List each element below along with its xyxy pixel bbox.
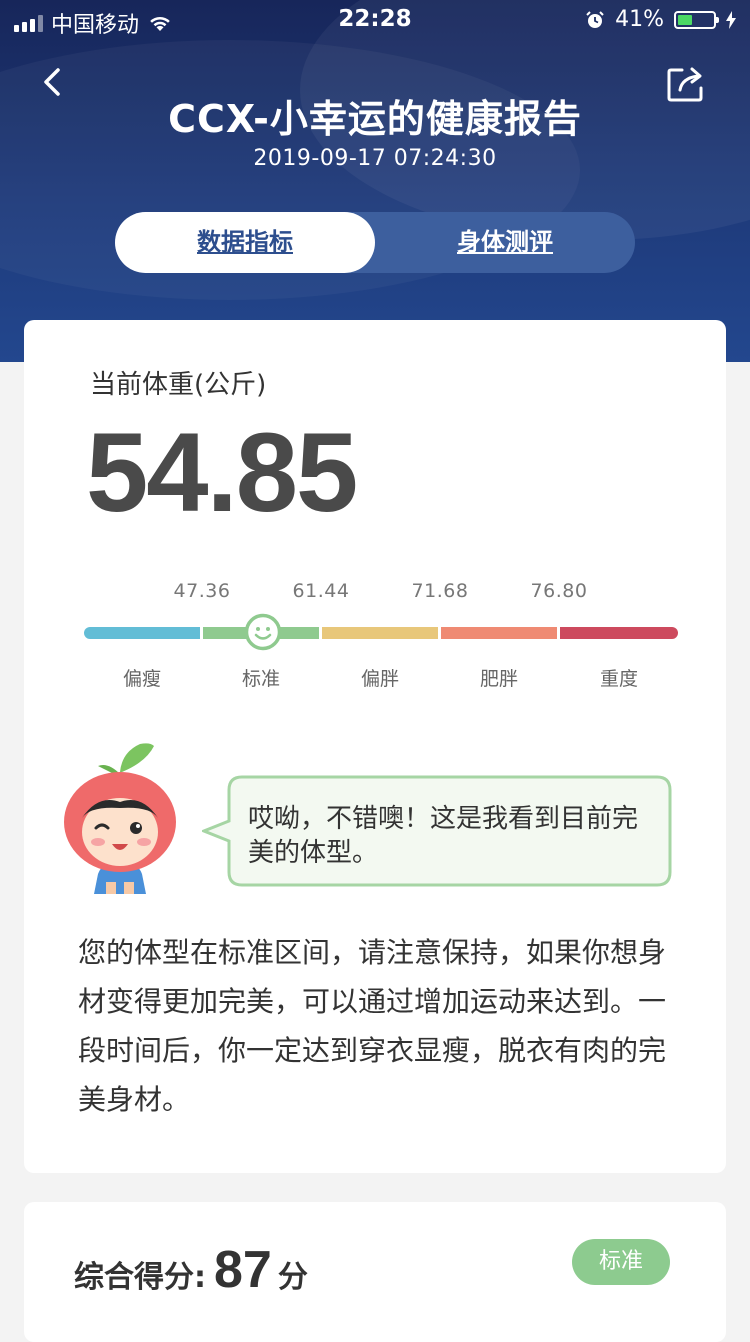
tab-data-metrics[interactable]: 数据指标 [115,212,375,273]
scale-category-label: 肥胖 [479,668,518,690]
scale-category-label: 偏胖 [360,668,399,690]
scale-segment-underweight [84,627,200,639]
report-datetime: 2019-09-17 07:24:30 [253,146,497,171]
weight-label: 当前体重(公斤) [90,370,267,400]
scale-category-label: 偏瘦 [122,668,161,690]
scale-category-label: 重度 [599,668,638,690]
tab-body-assessment[interactable]: 身体测评 [375,212,635,273]
scale-threshold: 61.44 [292,580,350,602]
score-unit: 分 [277,1260,308,1295]
header-banner: 中国移动 22:28 41% CCX-小幸运的健康报告 2019-09-17 0… [0,0,750,362]
scale-segment-severe [560,627,678,639]
status-bar: 中国移动 22:28 41% [0,0,750,40]
tomato-mascot-icon [64,743,176,894]
scale-threshold: 76.80 [530,580,588,602]
score-value: 87 [214,1241,272,1299]
scale-threshold: 71.68 [411,580,469,602]
status-bar-right: 41% [585,7,736,32]
page-title: CCX-小幸运的健康报告 [168,97,582,141]
status-badge: 标准 [572,1239,670,1285]
score-row: 综合得分: 87 分 [74,1240,308,1300]
charging-bolt-icon [726,10,736,29]
alarm-clock-icon [586,10,604,28]
tab-switcher: 数据指标 身体测评 [115,212,635,273]
battery-percent: 41% [615,7,664,32]
weight-value: 54.85 [86,410,358,535]
mascot-speech-text: 哎呦，不错噢！这是我看到目前完美的体型。 [248,804,639,868]
scale-segment-obese [441,627,557,639]
scale-threshold: 47.36 [173,580,231,602]
score-card: 综合得分: 87 分 标准 [24,1202,726,1342]
weight-scale: 47.36 61.44 71.68 76.80 偏瘦 标准 偏胖 肥胖 重度 [84,580,678,700]
battery-icon [674,10,719,29]
scale-category-label: 标准 [241,668,280,690]
body-type-description: 您的体型在标准区间，请注意保持，如果你想身材变得更加完美，可以通过增加运动来达到… [78,936,667,1116]
score-label: 综合得分: [74,1260,206,1295]
scale-segment-overweight [322,627,438,639]
weight-card: 当前体重(公斤) 54.85 47.36 61.44 71.68 76.80 偏… [24,320,726,1173]
smiley-marker-icon [244,613,281,651]
